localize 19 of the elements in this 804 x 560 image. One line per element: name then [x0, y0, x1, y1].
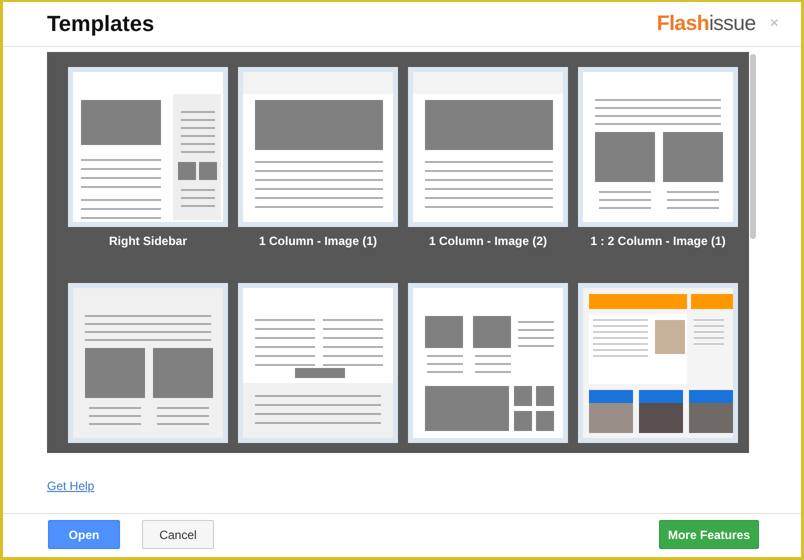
template-thumbnail[interactable]	[68, 67, 228, 227]
cancel-button[interactable]: Cancel	[142, 520, 214, 549]
logo: Flashissue	[656, 12, 756, 36]
template-thumbnail[interactable]	[68, 283, 228, 443]
template-thumbnail[interactable]	[238, 283, 398, 443]
more-features-button[interactable]: More Features	[659, 520, 759, 549]
close-button[interactable]: ×	[768, 15, 781, 33]
template-thumbnail[interactable]	[578, 67, 738, 227]
template-label: 1 Column - Image (1)	[258, 234, 377, 248]
template-label: Right Sidebar	[108, 234, 187, 248]
template-thumbnail[interactable]	[408, 67, 568, 227]
help-link[interactable]: Get Help	[47, 479, 94, 493]
template-label: 1 Column - Image (2)	[428, 234, 547, 248]
template-thumbnail[interactable]	[238, 67, 398, 227]
open-button[interactable]: Open	[48, 520, 120, 549]
template-label: 1 : 2 Column - Image (1)	[590, 234, 726, 248]
template-thumbnail[interactable]	[578, 283, 738, 443]
template-thumbnail[interactable]	[408, 283, 568, 443]
window-title: Templates	[47, 11, 154, 37]
